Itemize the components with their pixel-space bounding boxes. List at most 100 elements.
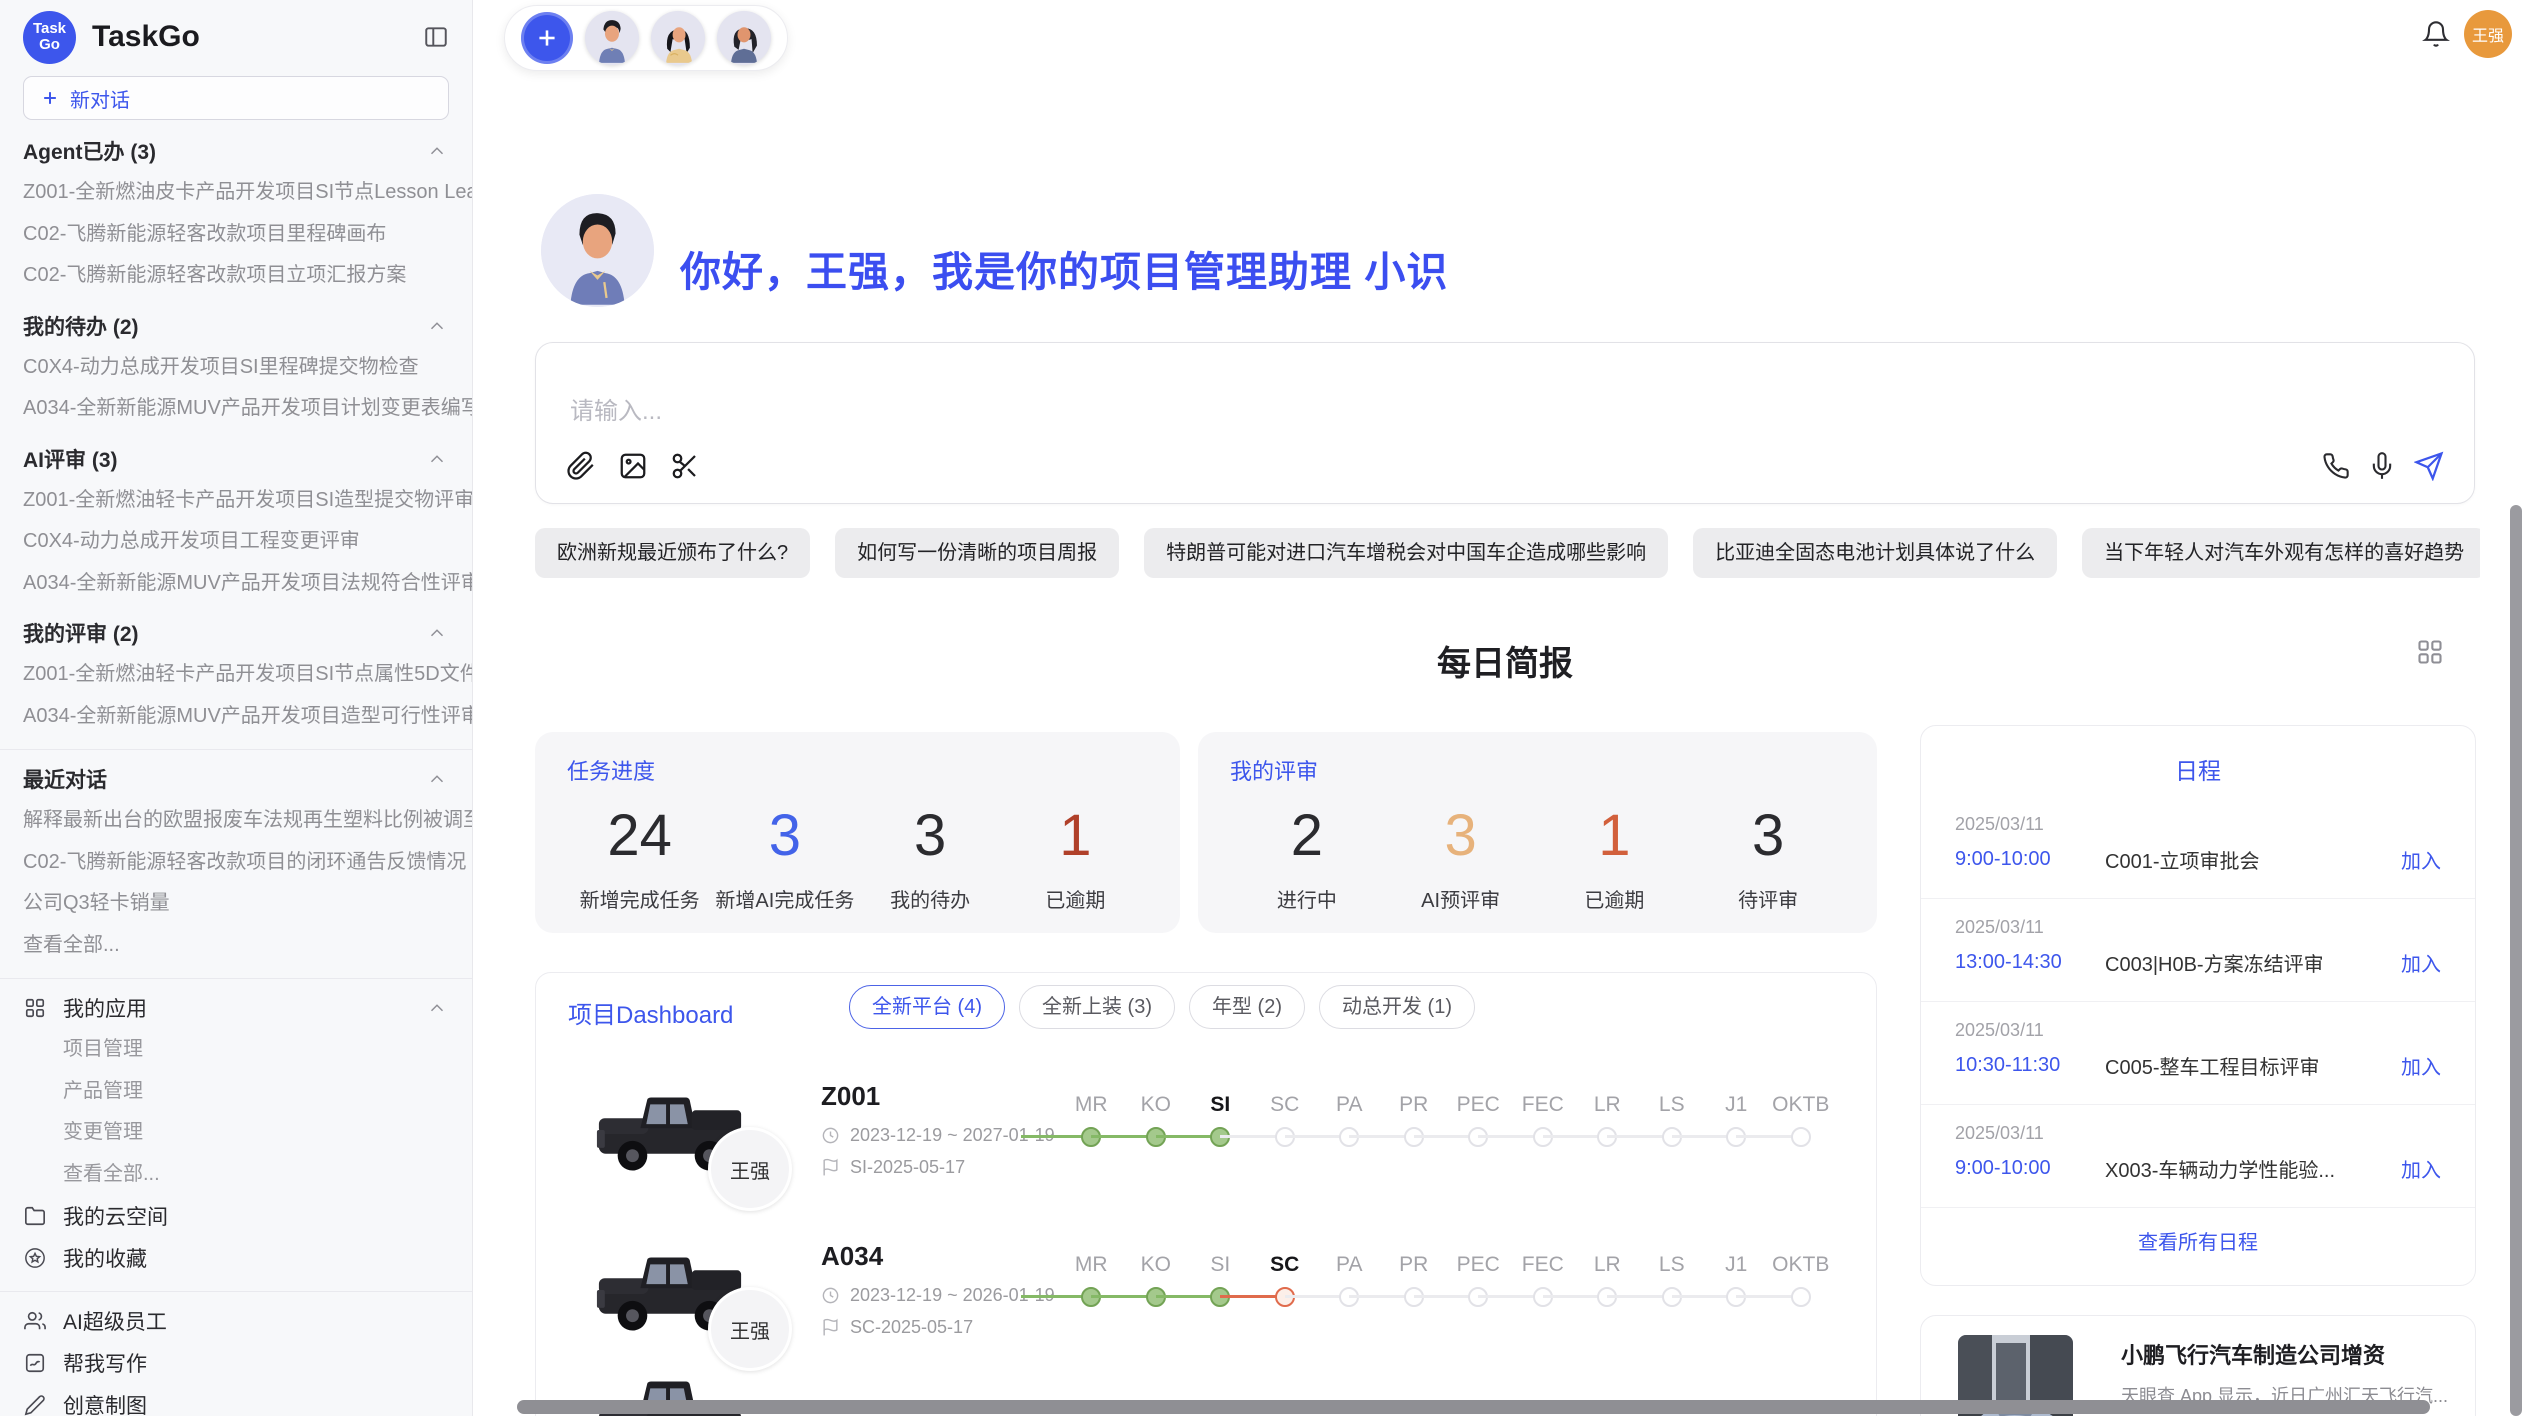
sidebar-item-help-me-write[interactable]: 帮我写作	[23, 1342, 472, 1384]
stat-my-todo: 3 我的待办	[858, 800, 1003, 913]
view-all-schedule-link[interactable]: 查看所有日程	[1921, 1208, 2475, 1255]
sidebar-item-cloud-space[interactable]: 我的云空间	[23, 1195, 472, 1237]
send-icon[interactable]	[2414, 451, 2444, 481]
suggestion-chip[interactable]: 如何写一份清晰的项目周报	[835, 528, 1119, 578]
suggestion-chip[interactable]: 欧洲新规最近颁布了什么?	[535, 528, 810, 578]
layout-grid-icon[interactable]	[2416, 638, 2444, 666]
milestone-sc: SC	[1253, 1091, 1318, 1151]
task-progress-card: 任务进度 24 新增完成任务 3 新增AI完成任务 3 我的待办 1 已逾期	[535, 732, 1180, 933]
filter-new-platform[interactable]: 全新平台 (4)	[849, 985, 1005, 1029]
filter-powertrain[interactable]: 动总开发 (1)	[1319, 985, 1475, 1029]
sidebar-item-project-mgmt[interactable]: 项目管理	[23, 1029, 472, 1071]
section-title: 我的评审 (2)	[23, 618, 139, 648]
stat-value: 1	[1003, 800, 1148, 872]
recent-chat-item[interactable]: 公司Q3轻卡销量	[23, 883, 472, 925]
join-button[interactable]: 加入	[2401, 1154, 2441, 1183]
grid-icon	[23, 997, 47, 1019]
view-all-chats[interactable]: 查看全部...	[23, 925, 472, 967]
agent-avatar-1[interactable]	[585, 11, 639, 65]
schedule-date: 2025/03/11	[1955, 1020, 2441, 1041]
sidebar-task-item[interactable]: C0X4-动力总成开发项目SI里程碑提交物检查	[23, 347, 472, 389]
add-agent-button[interactable]	[521, 12, 573, 64]
flag-icon	[821, 1318, 840, 1337]
project-code: A034	[821, 1241, 883, 1272]
horizontal-scrollbar[interactable]	[517, 1400, 2430, 1414]
sidebar-task-item[interactable]: C0X4-动力总成开发项目工程变更评审	[23, 521, 472, 563]
composer-input[interactable]: 请输入...	[570, 391, 662, 426]
flag-icon	[821, 1158, 840, 1177]
filter-year-model[interactable]: 年型 (2)	[1189, 985, 1305, 1029]
section-agent-done[interactable]: Agent已办 (3)	[23, 130, 472, 172]
milestone-dot	[1791, 1287, 1811, 1307]
user-avatar[interactable]: 王强	[2464, 10, 2512, 58]
stat-value: 24	[567, 800, 712, 872]
sidebar-task-item[interactable]: Z001-全新燃油皮卡产品开发项目SI节点Lesson Learn报告	[23, 172, 472, 214]
section-title: Agent已办 (3)	[23, 136, 156, 166]
sidebar-item-favorites[interactable]: 我的收藏	[23, 1237, 472, 1279]
sidebar-task-item[interactable]: C02-飞腾新能源轻客改款项目里程碑画布	[23, 214, 472, 256]
stat-overdue: 1 已逾期	[1003, 800, 1148, 913]
section-my-todo[interactable]: 我的待办 (2)	[23, 305, 472, 347]
sidebar-item-product-mgmt[interactable]: 产品管理	[23, 1071, 472, 1113]
divider	[0, 749, 472, 750]
sidebar-task-item[interactable]: A034-全新新能源MUV产品开发项目造型可行性评审	[23, 696, 472, 738]
sidebar-task-item[interactable]: A034-全新新能源MUV产品开发项目法规符合性评审	[23, 563, 472, 605]
taskgo-app: Task Go TaskGo 新对话 Agent已办 (3) Z001-全新燃油…	[0, 0, 2532, 1416]
new-chat-button[interactable]: 新对话	[23, 76, 449, 120]
attachment-icon[interactable]	[566, 451, 596, 481]
sidebar-task-item[interactable]: Z001-全新燃油轻卡产品开发项目SI节点属性5D文件评审	[23, 654, 472, 696]
agent-avatar-2[interactable]	[651, 11, 705, 65]
agent-avatar-3[interactable]	[717, 11, 771, 65]
sidebar-collapse-icon[interactable]	[423, 24, 449, 50]
recent-chat-item[interactable]: C02-飞腾新能源轻客改款项目的闭环通告反馈情况	[23, 842, 472, 884]
join-button[interactable]: 加入	[2401, 1051, 2441, 1080]
schedule-event-title: X003-车辆动力学性能验...	[2105, 1154, 2401, 1183]
sidebar-task-item[interactable]: C02-飞腾新能源轻客改款项目立项汇报方案	[23, 255, 472, 297]
stat-value: 1	[1538, 800, 1692, 872]
milestone-pr: PR	[1382, 1251, 1447, 1311]
schedule-time: 10:30-11:30	[1955, 1054, 2105, 1077]
section-my-review[interactable]: 我的评审 (2)	[23, 612, 472, 654]
milestone-oktb: OKTB	[1769, 1251, 1834, 1311]
suggestion-chip[interactable]: 比亚迪全固态电池计划具体说了什么	[1693, 528, 2057, 578]
clock-icon	[821, 1126, 840, 1145]
scissors-icon[interactable]	[670, 451, 700, 481]
stat-new-completed: 24 新增完成任务	[567, 800, 712, 913]
suggestion-chip[interactable]: 特朗普可能对进口汽车增税会对中国车企造成哪些影响	[1144, 528, 1668, 578]
filter-new-body[interactable]: 全新上装 (3)	[1019, 985, 1175, 1029]
voice-call-icon[interactable]	[2322, 452, 2350, 480]
creative-drawing-label: 创意制图	[63, 1390, 147, 1416]
section-ai-review[interactable]: AI评审 (3)	[23, 438, 472, 480]
section-recent-chats[interactable]: 最近对话	[23, 758, 472, 800]
image-upload-icon[interactable]	[618, 451, 648, 481]
milestone-fec: FEC	[1511, 1091, 1576, 1151]
join-button[interactable]: 加入	[2401, 948, 2441, 977]
greeting-title: 你好，王强，我是你的项目管理助理 小识	[680, 238, 1448, 298]
sidebar-item-change-mgmt[interactable]: 变更管理	[23, 1112, 472, 1154]
clock-icon	[821, 1286, 840, 1305]
star-circle-icon	[23, 1247, 47, 1269]
vertical-scrollbar[interactable]	[2510, 505, 2522, 1416]
users-icon	[23, 1310, 47, 1332]
sidebar-item-my-apps[interactable]: 我的应用	[23, 987, 472, 1029]
notifications-bell-icon[interactable]	[2422, 20, 2450, 48]
chevron-up-icon	[426, 315, 448, 337]
suggestion-chip[interactable]: 当下年轻人对汽车外观有怎样的喜好趋势	[2082, 528, 2480, 578]
sidebar-task-item[interactable]: A034-全新新能源MUV产品开发项目计划变更表编写	[23, 388, 472, 430]
join-button[interactable]: 加入	[2401, 845, 2441, 874]
app-logo: Task Go	[23, 11, 76, 64]
microphone-icon[interactable]	[2368, 452, 2396, 480]
cloud-space-label: 我的云空间	[63, 1201, 168, 1231]
project-row-z001[interactable]: 王强 Z001 2023-12-19 ~ 2027-01-19 SI-2025-…	[536, 1079, 1876, 1239]
sidebar-task-item[interactable]: Z001-全新燃油轻卡产品开发项目SI造型提交物评审	[23, 480, 472, 522]
milestone-timeline: MRKOSISCPAPRPECFECLRLSJ1OKTB	[1059, 1091, 1833, 1151]
sidebar-item-ai-super-staff[interactable]: AI超级员工	[23, 1300, 472, 1342]
sidebar-lists: Agent已办 (3) Z001-全新燃油皮卡产品开发项目SI节点Lesson …	[0, 130, 472, 1416]
sidebar-item-creative-drawing[interactable]: 创意制图	[23, 1384, 472, 1416]
view-all-apps[interactable]: 查看全部...	[23, 1154, 472, 1196]
recent-chat-item[interactable]: 解释最新出台的欧盟报废车法规再生塑料比例被调至15%...	[23, 800, 472, 842]
schedule-event-title: C001-立项审批会	[2105, 845, 2401, 874]
milestone-ls: LS	[1640, 1251, 1705, 1311]
milestone-j1: J1	[1704, 1091, 1769, 1151]
schedule-event-title: C005-整车工程目标评审	[2105, 1051, 2401, 1080]
